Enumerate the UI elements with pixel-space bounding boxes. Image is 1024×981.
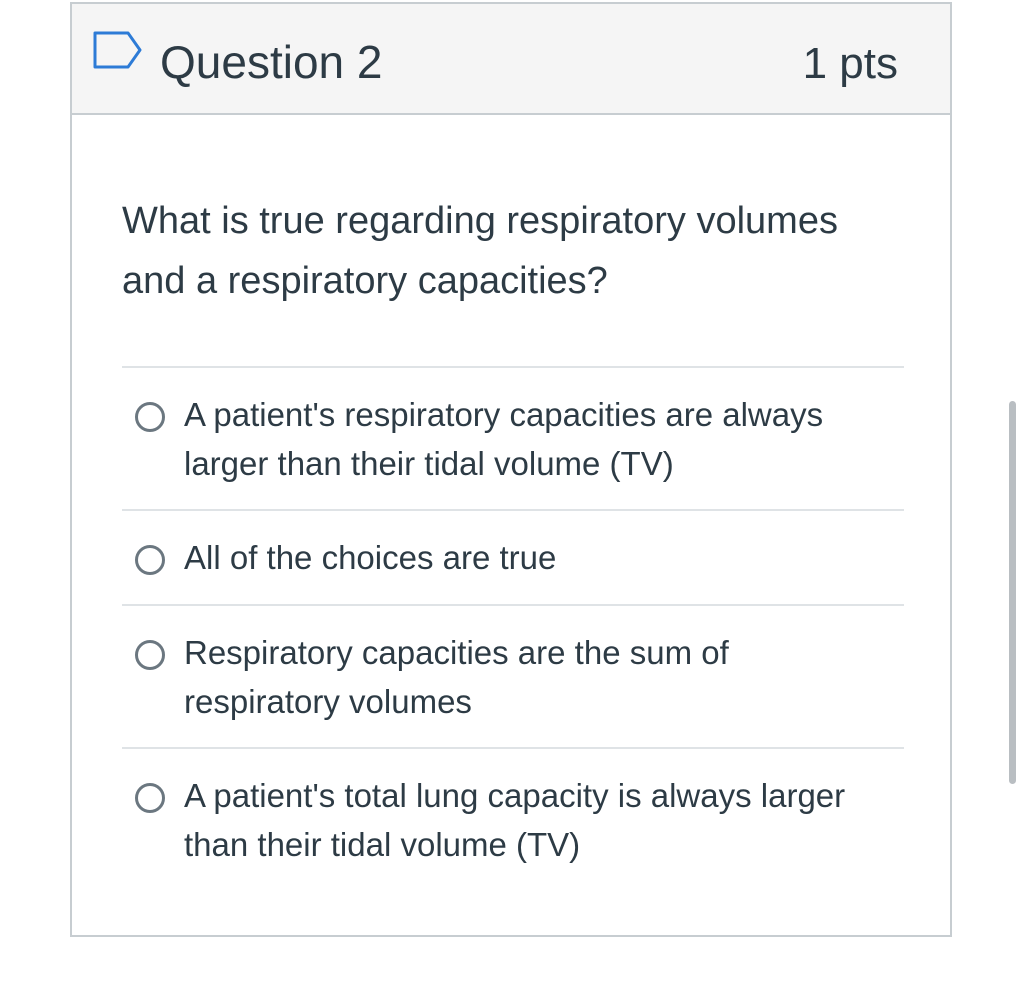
answer-option[interactable]: Respiratory capacities are the sum of re… [122,604,904,747]
answer-option[interactable]: All of the choices are true [122,509,904,604]
scrollbar-thumb[interactable] [1009,401,1016,784]
answer-label[interactable]: All of the choices are true [184,533,884,582]
question-title: Question 2 [160,36,383,88]
radio-button[interactable] [135,640,165,670]
radio-button[interactable] [135,783,165,813]
answer-label[interactable]: A patient's total lung capacity is alway… [184,771,884,869]
question-text: What is true regarding respiratory volum… [122,200,838,302]
answer-label[interactable]: Respiratory capacities are the sum of re… [184,628,884,726]
answer-option[interactable]: A patient's respiratory capacities are a… [122,366,904,509]
question-card: Question 2 1 pts What is true regarding … [70,2,952,937]
question-points: 1 pts [802,39,898,88]
question-header: Question 2 1 pts [72,4,950,115]
answer-option[interactable]: A patient's total lung capacity is alway… [122,747,904,890]
radio-button[interactable] [135,402,165,432]
answer-label[interactable]: A patient's respiratory capacities are a… [184,390,884,488]
radio-button[interactable] [135,545,165,575]
flag-outline-icon[interactable] [92,30,144,70]
answer-list: A patient's respiratory capacities are a… [122,366,904,890]
